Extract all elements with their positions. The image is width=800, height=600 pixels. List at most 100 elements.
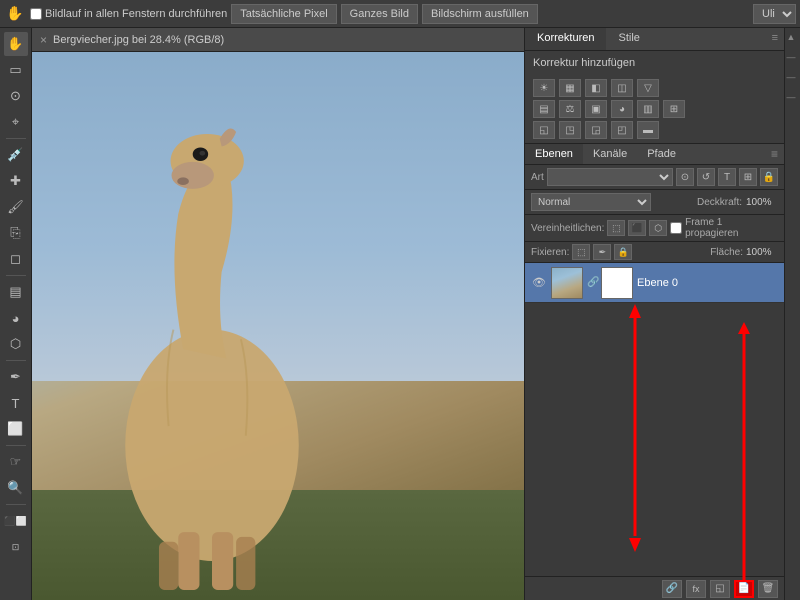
combine-btn1[interactable]: ⬚ [607, 220, 625, 236]
layers-panel: Ebenen Kanäle Pfade ≡ Art ⊙ ↺ T ⊞ 🔒 [525, 144, 784, 600]
curves-icon[interactable]: ◧ [585, 79, 607, 97]
invert-icon[interactable]: ⊞ [663, 100, 685, 118]
corrections-header: Korrektur hinzufügen [525, 51, 784, 75]
right-panel: Korrekturen Stile ≡ Korrektur hinzufügen… [524, 28, 784, 600]
tool-divider-4 [6, 445, 26, 446]
frame-propagate-label: Frame 1 propagieren [685, 217, 778, 239]
layer-filter-btn3[interactable]: T [718, 168, 736, 186]
tool-divider-5 [6, 504, 26, 505]
layer-visibility-icon[interactable]: 👁 [531, 275, 547, 291]
layer-filter-btn4[interactable]: ⊞ [739, 168, 757, 186]
layer-filter-btn2[interactable]: ↺ [697, 168, 715, 186]
crop-tool[interactable]: ⌖ [4, 110, 28, 134]
clone-tool[interactable]: ⎘ [4, 221, 28, 245]
canvas-tab-title: Bergviecher.jpg bei 28.4% (RGB/8) [53, 34, 224, 46]
quick-mask-tool[interactable]: ⊡ [4, 535, 28, 559]
vibrance-icon[interactable]: ▽ [637, 79, 659, 97]
right-mini-icons: ▲ — — — [784, 28, 800, 600]
bw-icon[interactable]: ▣ [585, 100, 607, 118]
layer-list: 👁 🔗 Ebene 0 [525, 263, 784, 576]
shape-tool[interactable]: ⬜ [4, 417, 28, 441]
filter-label: Art [531, 172, 544, 183]
hand-tool[interactable]: ✋ [4, 32, 28, 56]
paths-tab[interactable]: Pfade [637, 144, 686, 164]
gradient-tool[interactable]: ▤ [4, 280, 28, 304]
hand-nav-tool[interactable]: ☞ [4, 450, 28, 474]
styles-tab[interactable]: Stile [606, 28, 651, 50]
layers-tab-menu-icon[interactable]: ≡ [765, 147, 784, 161]
channels-tab[interactable]: Kanäle [583, 144, 637, 164]
selective-color-icon[interactable]: ◰ [611, 121, 633, 139]
photo-filter-icon[interactable]: ◕ [611, 100, 633, 118]
brush-tool[interactable]: 🖌 [4, 195, 28, 219]
fix-btn3[interactable]: 🔒 [614, 244, 632, 260]
corrections-header-label: Korrektur hinzufügen [533, 57, 635, 69]
canvas-tab: × Bergviecher.jpg bei 28.4% (RGB/8) [32, 28, 524, 52]
mini-icon-2[interactable]: — [787, 52, 799, 64]
tool-divider-3 [6, 360, 26, 361]
combine-row: Vereinheitlichen: ⬚ ⬛ ⬡ Frame 1 propagie… [525, 215, 784, 242]
foreground-bg-colors[interactable]: ⬛⬜ [4, 509, 28, 533]
lasso-tool[interactable]: ⊙ [4, 84, 28, 108]
colorbalance-icon[interactable]: ⚖ [559, 100, 581, 118]
eyedropper-tool[interactable]: 💉 [4, 143, 28, 167]
levels-icon[interactable]: ▦ [559, 79, 581, 97]
corrections-tabs: Korrekturen Stile ≡ [525, 28, 784, 51]
tab-close-button[interactable]: × [40, 33, 47, 47]
layer-filter-select[interactable] [547, 168, 673, 186]
hand-tool-icon[interactable]: ✋ [4, 3, 26, 25]
layer-thumbnail [551, 267, 583, 299]
fill-screen-button[interactable]: Bildschirm ausfüllen [422, 4, 538, 24]
dodge-tool[interactable]: ⬡ [4, 332, 28, 356]
opacity-value: 100% [746, 197, 778, 208]
blend-mode-select[interactable]: Normal [531, 193, 651, 211]
layer-row[interactable]: 👁 🔗 Ebene 0 [525, 263, 784, 303]
frame-propagate-checkbox[interactable] [670, 222, 682, 234]
select-tool[interactable]: ▭ [4, 58, 28, 82]
actual-pixels-button[interactable]: Tatsächliche Pixel [231, 4, 336, 24]
combine-btn3[interactable]: ⬡ [649, 220, 667, 236]
threshold-icon[interactable]: ◳ [559, 121, 581, 139]
delete-layer-icon[interactable]: 🗑 [758, 580, 778, 598]
gradient-map-icon[interactable]: ◲ [585, 121, 607, 139]
text-tool[interactable]: T [4, 391, 28, 415]
fix-btn1[interactable]: ⬚ [572, 244, 590, 260]
user-dropdown[interactable]: Uli [753, 4, 796, 24]
layers-tab[interactable]: Ebenen [525, 144, 583, 164]
pen-tool[interactable]: ✒ [4, 365, 28, 389]
combine-btn2[interactable]: ⬛ [628, 220, 646, 236]
sync-windows-wrap: Bildlauf in allen Fenstern durchführen [30, 8, 227, 20]
area-value: 100% [746, 247, 778, 258]
canvas-content[interactable] [32, 52, 524, 600]
brightness-icon[interactable]: ☀ [533, 79, 555, 97]
mini-icon-1[interactable]: ▲ [787, 32, 799, 44]
solid-color-icon[interactable]: ▬ [637, 121, 659, 139]
hue-icon[interactable]: ▤ [533, 100, 555, 118]
sync-windows-checkbox[interactable] [30, 8, 42, 20]
new-layer-icon[interactable]: 📄 [734, 580, 754, 598]
link-layers-icon[interactable]: 🔗 [662, 580, 682, 598]
eraser-tool[interactable]: ◻ [4, 247, 28, 271]
layer-filter-btn1[interactable]: ⊙ [676, 168, 694, 186]
poster-icon[interactable]: ◱ [533, 121, 555, 139]
channel-mix-icon[interactable]: ▥ [637, 100, 659, 118]
corrections-panel: Korrekturen Stile ≡ Korrektur hinzufügen… [525, 28, 784, 144]
corrections-tab[interactable]: Korrekturen [525, 28, 606, 50]
blur-tool[interactable]: ◕ [4, 306, 28, 330]
mask-icon[interactable]: ◱ [710, 580, 730, 598]
mini-icon-4[interactable]: — [787, 92, 799, 104]
fix-btn2[interactable]: ✒ [593, 244, 611, 260]
fx-icon[interactable]: fx [686, 580, 706, 598]
mini-icon-3[interactable]: — [787, 72, 799, 84]
exposure-icon[interactable]: ◫ [611, 79, 633, 97]
corr-icon-row-2: ▤ ⚖ ▣ ◕ ▥ ⊞ [533, 100, 776, 118]
left-tool-panel: ✋ ▭ ⊙ ⌖ 💉 ✚ 🖌 ⎘ ◻ ▤ ◕ ⬡ ✒ T ⬜ ☞ 🔍 ⬛⬜ ⊡ [0, 28, 32, 600]
heal-tool[interactable]: ✚ [4, 169, 28, 193]
fit-image-button[interactable]: Ganzes Bild [341, 4, 418, 24]
layers-toolbar: Art ⊙ ↺ T ⊞ 🔒 [525, 165, 784, 190]
layer-link-icon: 🔗 [587, 277, 597, 288]
corrections-menu-icon[interactable]: ≡ [766, 28, 784, 50]
zoom-tool[interactable]: 🔍 [4, 476, 28, 500]
layer-filter-btn5[interactable]: 🔒 [760, 168, 778, 186]
fix-row: Fixieren: ⬚ ✒ 🔒 Fläche: 100% [525, 242, 784, 263]
